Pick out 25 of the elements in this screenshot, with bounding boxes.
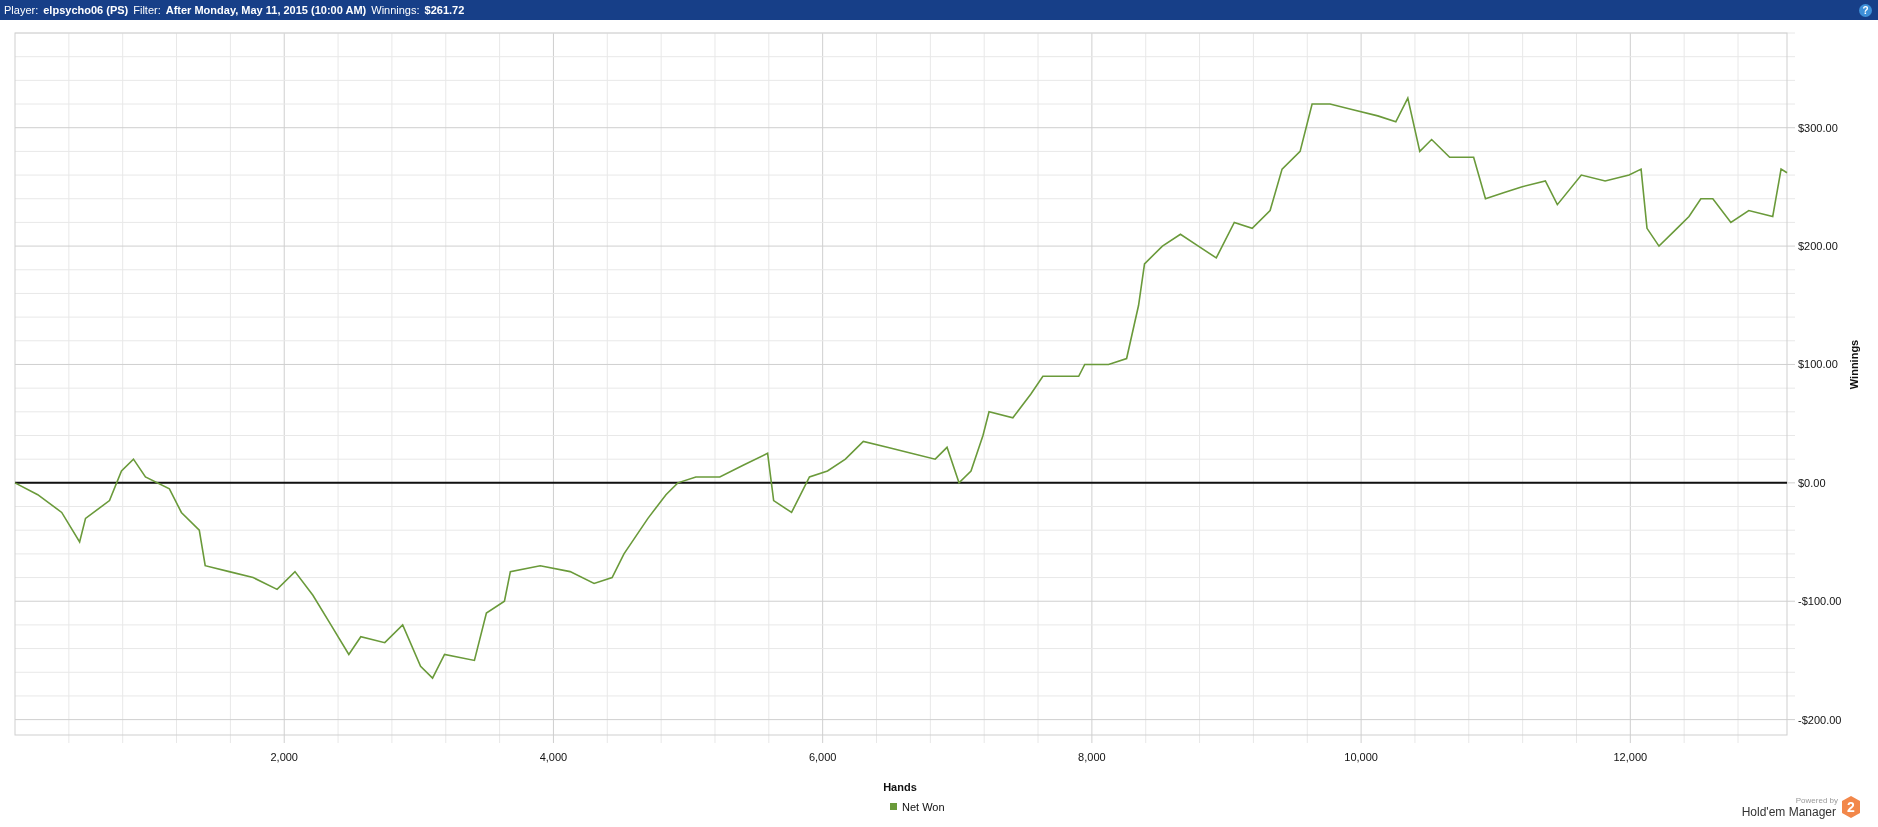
x-tick-label: 10,000	[1344, 751, 1378, 763]
x-tick-label: 2,000	[270, 751, 298, 763]
field-value: $261.72	[424, 2, 465, 18]
x-tick-label: 12,000	[1613, 751, 1648, 763]
product-name: Hold'em Manager	[1741, 805, 1836, 819]
y-axis-title: Winnings	[1848, 339, 1860, 390]
y-tick-label: $100.00	[1798, 358, 1838, 371]
y-tick-label: $0.00	[1798, 476, 1826, 489]
field-label: Filter:	[133, 2, 161, 18]
x-axis-title: Hands	[883, 781, 917, 793]
y-tick-label: $300.00	[1798, 121, 1838, 134]
powered-by-caption: Powered by	[1795, 796, 1838, 805]
field-value: After Monday, May 11, 2015 (10:00 AM)	[165, 2, 367, 18]
y-tick-label: $200.00	[1798, 240, 1838, 253]
y-tick-label: -$100.00	[1798, 595, 1842, 608]
x-tick-label: 8,000	[1078, 751, 1106, 763]
field-label: Player:	[4, 2, 39, 18]
x-tick-label: 6,000	[808, 751, 837, 763]
help-button[interactable]: ?	[1859, 3, 1872, 17]
field-label: Winnings:	[371, 2, 420, 18]
legend-label: Net Won	[902, 801, 945, 813]
y-tick-label: -$200.00	[1798, 713, 1842, 726]
logo-badge: 2	[1842, 796, 1860, 818]
x-tick-label: 4,000	[539, 751, 568, 763]
field-value: elpsycho06 (PS)	[43, 2, 129, 18]
